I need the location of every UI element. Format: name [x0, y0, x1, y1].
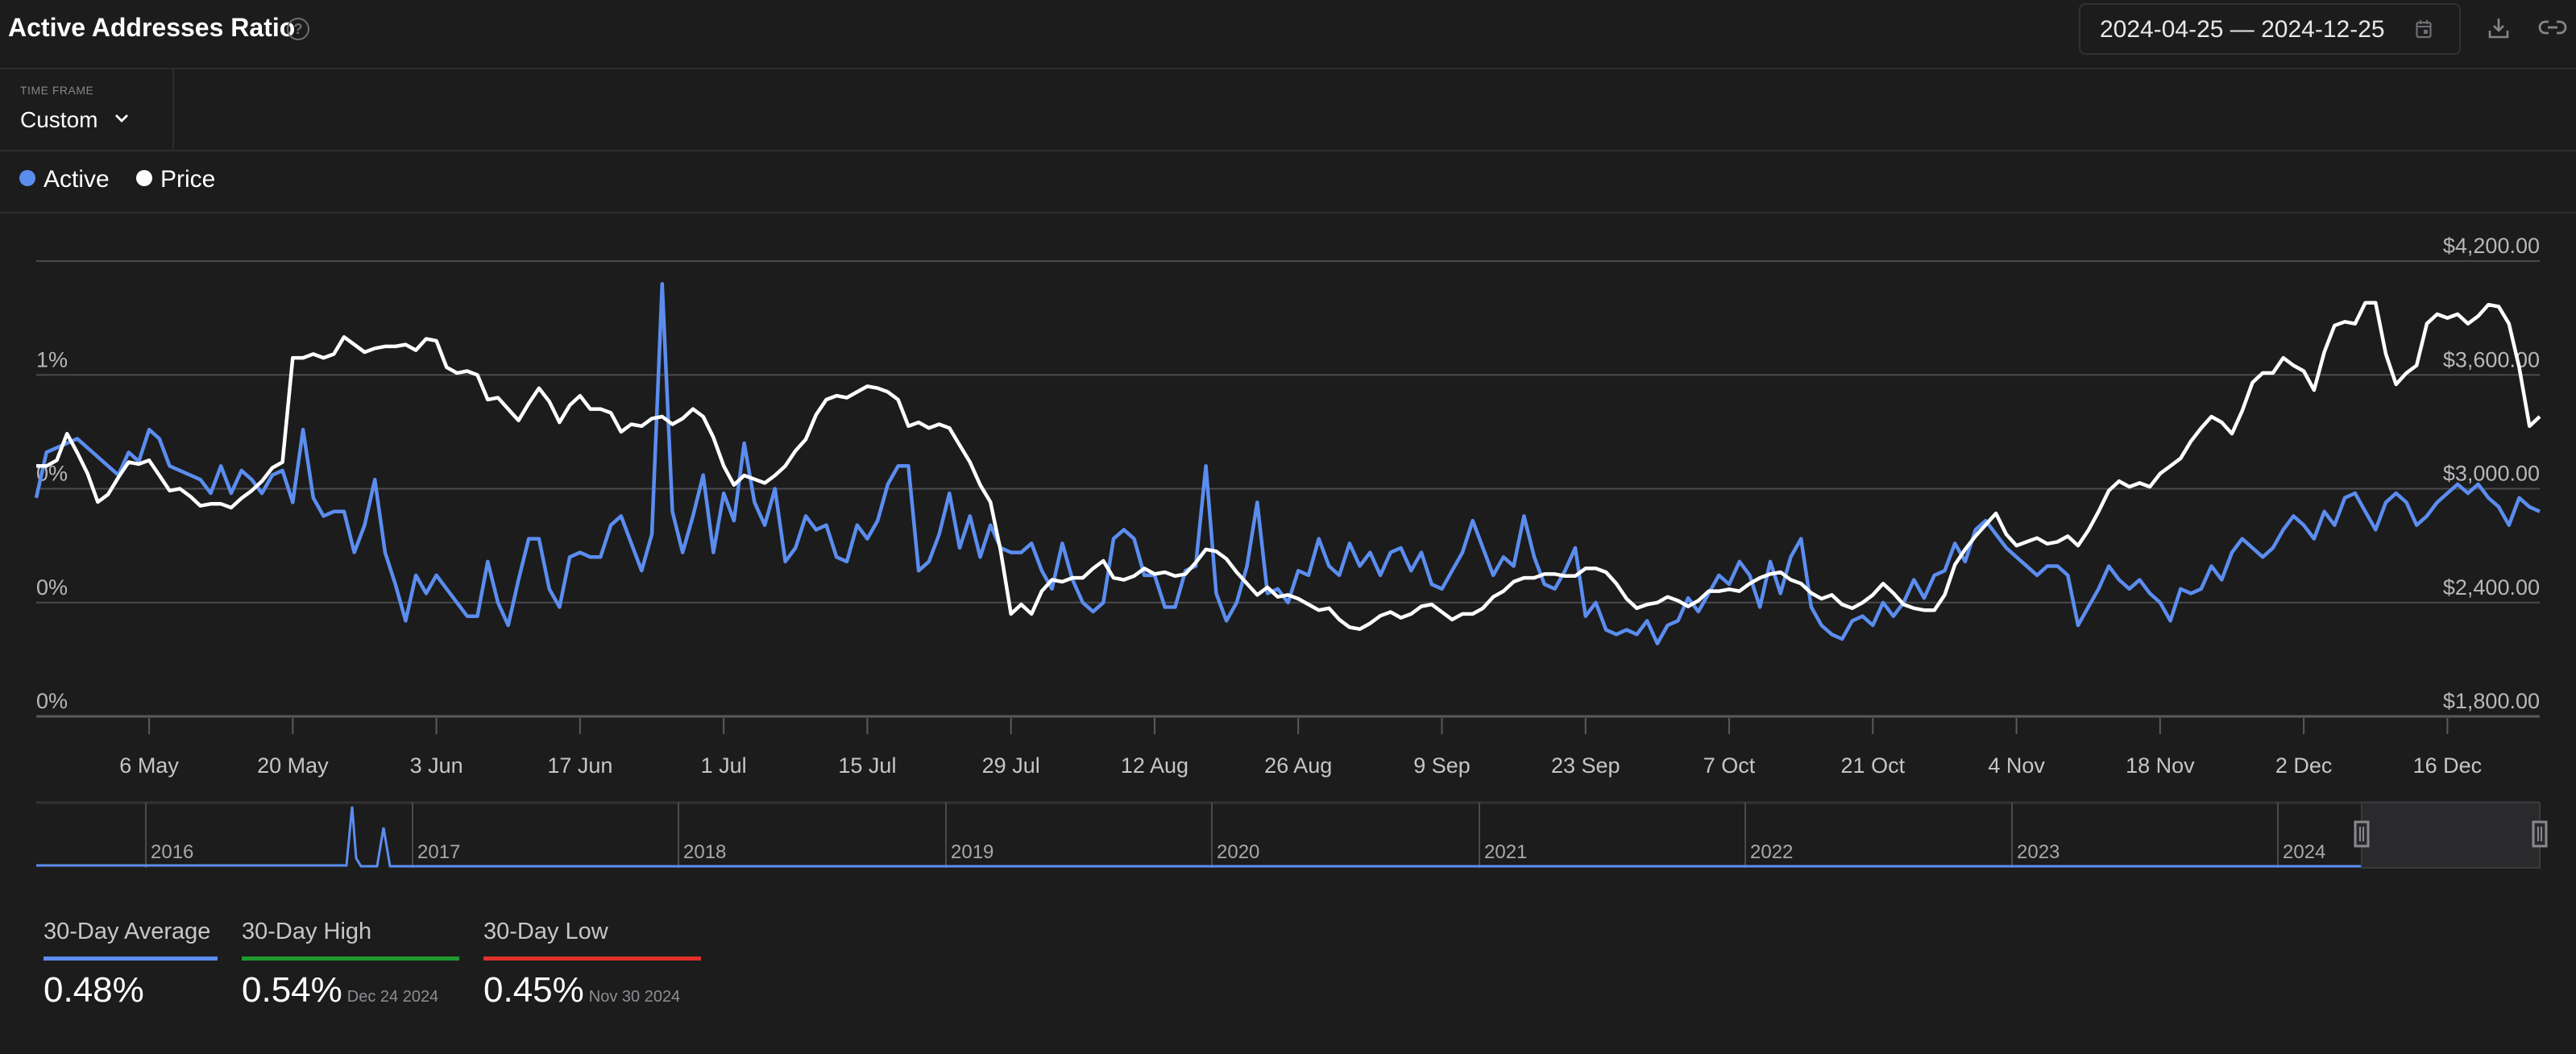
legend-dot-price [136, 170, 152, 187]
navigator-year-label: 2017 [417, 841, 460, 863]
x-axis-label: 4 Nov [1988, 753, 2045, 778]
stat-label: 30-Day High [242, 919, 372, 944]
divider [0, 212, 2576, 214]
navigator-year-label: 2022 [1750, 841, 1793, 863]
navigator-handle-left[interactable] [2354, 820, 2370, 848]
legend-label-active: Active [44, 166, 110, 193]
timeframe-label: TIME FRAME [20, 84, 94, 97]
stat-date: Dec 24 2024 [346, 988, 439, 1006]
stat-underline [242, 956, 459, 961]
x-axis-label: 20 May [257, 753, 329, 778]
left-axis-label: 0% [36, 689, 68, 713]
right-axis-label: $3,600.00 [2443, 347, 2540, 371]
x-axis-label: 21 Oct [1841, 753, 1906, 778]
timeframe-panel: TIME FRAME Custom [0, 69, 174, 150]
navigator[interactable]: 2016 2017 2018 2019 2020 2021 2022 2023 2024 [0, 798, 2576, 874]
legend-label-price: Price [160, 166, 216, 193]
x-axis-label: 16 Dec [2413, 753, 2483, 778]
divider [0, 150, 2576, 151]
right-axis-label: $3,000.00 [2443, 462, 2540, 486]
stat-underline [44, 956, 218, 961]
legend-dot-active [19, 170, 35, 187]
x-axis-label: 23 Sep [1551, 753, 1620, 778]
x-axis-label: 9 Sep [1413, 753, 1471, 778]
series-line-price [36, 301, 2541, 631]
main-chart[interactable]: 1%0%0%0% $4,200.00$3,600.00$3,000.00$2,4… [0, 218, 2576, 782]
x-axis-label: 3 Jun [410, 753, 463, 778]
right-axis-label: $4,200.00 [2443, 234, 2540, 258]
navigator-year-label: 2021 [1484, 841, 1527, 863]
x-axis-label: 18 Nov [2126, 753, 2195, 778]
download-icon[interactable] [2487, 16, 2511, 40]
legend-item-price[interactable]: Price [136, 166, 215, 193]
x-axis-label: 26 Aug [1264, 753, 1332, 778]
question-circle-icon[interactable]: ? [287, 18, 309, 40]
calendar-icon[interactable] [2416, 19, 2432, 39]
date-range-picker[interactable]: 2024-04-25 — 2024-12-25 [2079, 3, 2461, 55]
stat-underline [483, 956, 701, 961]
x-axis-label: 29 Jul [982, 753, 1040, 778]
navigator-selection [2361, 802, 2541, 869]
stat-average: 30-Day Average 0.48% [44, 919, 218, 1010]
header: Active Addresses Ratio ? 2024-04-25 — 20… [0, 0, 2576, 69]
handle-grip-icon [2532, 820, 2548, 848]
stat-low: 30-Day Low 0.45% Nov 30 2024 [483, 919, 701, 1010]
x-axis-label: 1 Jul [701, 753, 747, 778]
series-line-active [34, 282, 2541, 645]
x-axis-label: 17 Jun [547, 753, 612, 778]
page-title: Active Addresses Ratio [8, 13, 296, 42]
date-range-text: 2024-04-25 — 2024-12-25 [2100, 16, 2385, 43]
left-axis-label: 0% [36, 575, 68, 600]
stat-date: Nov 30 2024 [588, 988, 681, 1006]
navigator-year-label: 2024 [2283, 841, 2325, 863]
navigator-year-label: 2016 [151, 841, 193, 863]
navigator-handle-right[interactable] [2532, 820, 2548, 848]
stat-value: 0.48% [44, 970, 144, 1010]
left-axis-label: 1% [36, 347, 68, 371]
x-axis-label: 15 Jul [838, 753, 896, 778]
timeframe-select[interactable]: Custom [20, 107, 97, 133]
chevron-down-icon[interactable] [113, 110, 131, 127]
x-axis-label: 6 May [119, 753, 179, 778]
right-axis-label: $2,400.00 [2443, 575, 2540, 600]
x-axis-label: 2 Dec [2275, 753, 2333, 778]
stat-value: 0.45% [483, 970, 584, 1010]
navigator-year-label: 2020 [1217, 841, 1259, 863]
stat-value: 0.54% [242, 970, 342, 1010]
navigator-year-label: 2023 [2017, 841, 2060, 863]
link-icon[interactable] [2538, 18, 2567, 37]
x-axis-label: 12 Aug [1121, 753, 1188, 778]
navigator-year-label: 2019 [951, 841, 993, 863]
handle-grip-icon [2354, 820, 2370, 848]
x-axis-label: 7 Oct [1703, 753, 1756, 778]
stat-label: 30-Day Low [483, 919, 608, 944]
navigator-year-label: 2018 [683, 841, 726, 863]
stat-label: 30-Day Average [44, 919, 211, 944]
legend-item-active[interactable]: Active [19, 166, 110, 193]
right-axis-label: $1,800.00 [2443, 689, 2540, 713]
stat-high: 30-Day High 0.54% Dec 24 2024 [242, 919, 459, 1010]
